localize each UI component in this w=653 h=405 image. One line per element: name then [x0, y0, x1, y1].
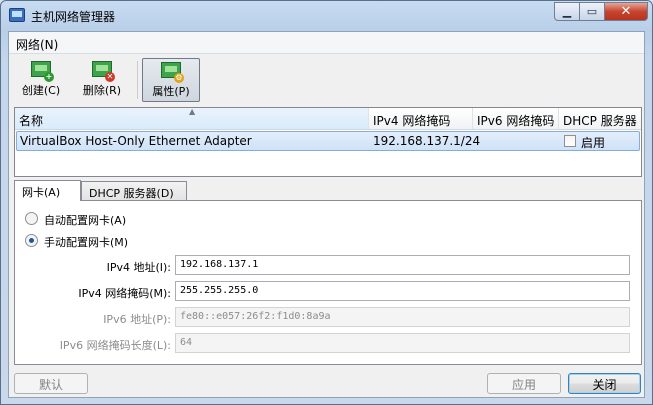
cell-name: VirtualBox Host-Only Ethernet Adapter: [20, 134, 252, 148]
close-button[interactable]: 关闭: [568, 373, 641, 394]
ipv4-mask-field[interactable]: 255.255.255.0: [175, 281, 630, 301]
column-header-ipv4[interactable]: IPv4 网络掩码: [369, 108, 473, 129]
network-add-icon: +: [31, 61, 54, 82]
apply-button[interactable]: 应用: [487, 373, 561, 394]
ipv4-address-label: IPv4 地址(I):: [106, 261, 171, 274]
auto-config-label[interactable]: 自动配置网卡(A): [44, 212, 126, 228]
ipv6-address-label: IPv6 地址(P):: [103, 313, 171, 326]
adapter-panel: 自动配置网卡(A) 手动配置网卡(M) IPv4 地址(I): 192.168.…: [14, 200, 642, 365]
close-window-button[interactable]: ✕: [605, 2, 648, 21]
tab-dhcp-server[interactable]: DHCP 服务器(D): [81, 181, 187, 201]
app-icon: [9, 8, 25, 22]
network-properties-icon: ⚙: [161, 62, 184, 83]
ipv6-prefix-field: 64: [175, 333, 630, 353]
host-network-manager-window: 主机网络管理器 ▁ ▭ ✕ 网络(N) + 创建(C) ✕ 删除(R) ⚙ 属性…: [0, 0, 653, 405]
ipv4-mask-label: IPv4 网络掩码(M):: [78, 287, 171, 300]
cell-ipv4: 192.168.137.1/24: [373, 134, 481, 148]
tab-adapter[interactable]: 网卡(A): [14, 180, 81, 201]
delete-button[interactable]: ✕ 删除(R): [73, 58, 131, 102]
client-area: 网络(N) + 创建(C) ✕ 删除(R) ⚙ 属性(P) 名称 ▲ IPv4 …: [8, 31, 645, 398]
table-header: 名称 ▲ IPv4 网络掩码 IPv6 网络掩码 DHCP 服务器: [15, 108, 641, 130]
dhcp-enabled-checkbox[interactable]: [564, 135, 576, 147]
toolbar: + 创建(C) ✕ 删除(R) ⚙ 属性(P): [9, 55, 644, 105]
close-icon: ✕: [620, 4, 632, 19]
properties-label: 属性(P): [152, 85, 190, 98]
create-button[interactable]: + 创建(C): [12, 58, 70, 102]
manual-config-label[interactable]: 手动配置网卡(M): [44, 234, 128, 250]
dhcp-enabled-label: 启用: [581, 136, 606, 150]
ipv4-address-field[interactable]: 192.168.137.1: [175, 255, 630, 275]
properties-button[interactable]: ⚙ 属性(P): [142, 58, 200, 102]
ipv6-address-field: fe80::e057:26f2:f1d0:8a9a: [175, 307, 630, 327]
auto-config-radio[interactable]: [25, 212, 38, 225]
maximize-button[interactable]: ▭: [580, 2, 605, 21]
column-header-ipv6[interactable]: IPv6 网络掩码: [473, 108, 559, 129]
reset-button[interactable]: 默认: [14, 373, 88, 394]
maximize-icon: ▭: [586, 5, 598, 18]
title-bar[interactable]: 主机网络管理器 ▁ ▭ ✕: [1, 1, 652, 31]
delete-label: 删除(R): [82, 84, 122, 97]
table-row[interactable]: VirtualBox Host-Only Ethernet Adapter 19…: [16, 131, 640, 151]
menu-network[interactable]: 网络(N): [16, 36, 58, 53]
window-controls: ▁ ▭ ✕: [554, 2, 648, 21]
menu-bar: 网络(N): [9, 32, 644, 54]
manual-config-radio[interactable]: [25, 234, 38, 247]
window-title: 主机网络管理器: [31, 10, 116, 24]
minimize-icon: ▁: [562, 5, 572, 18]
column-header-dhcp[interactable]: DHCP 服务器: [559, 108, 641, 129]
network-remove-icon: ✕: [92, 61, 115, 82]
toolbar-separator: [137, 61, 138, 99]
sort-ascending-icon: ▲: [189, 108, 196, 116]
ipv6-prefix-label: IPv6 网络掩码长度(L):: [59, 339, 171, 352]
create-label: 创建(C): [21, 84, 61, 97]
minimize-button[interactable]: ▁: [554, 2, 580, 21]
column-header-name[interactable]: 名称 ▲: [15, 108, 369, 129]
network-table: 名称 ▲ IPv4 网络掩码 IPv6 网络掩码 DHCP 服务器 Virtua…: [14, 107, 642, 177]
